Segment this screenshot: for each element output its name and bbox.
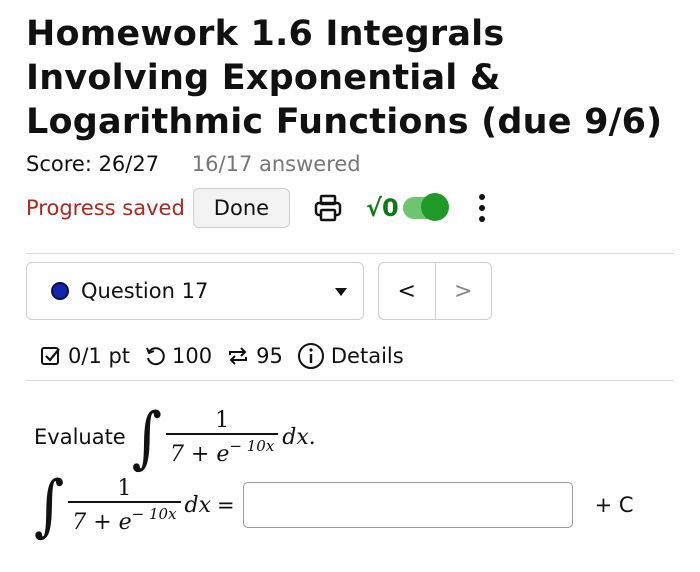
info-icon bbox=[297, 343, 324, 369]
toolbar: Progress saved Done √0 bbox=[26, 186, 485, 230]
prompt-text: Evaluate bbox=[34, 425, 126, 450]
score-label: Score: 26/27 bbox=[26, 152, 160, 176]
repeat-icon bbox=[229, 347, 248, 365]
answer-input[interactable] bbox=[242, 482, 573, 529]
answer-differential: dx bbox=[184, 492, 212, 518]
fraction: 1 7 + e− 10x bbox=[165, 408, 279, 467]
retries-count: 100 bbox=[172, 344, 213, 368]
equals-sign: = bbox=[217, 493, 235, 518]
retries-info: 100 bbox=[144, 344, 212, 368]
progress-status: Progress saved bbox=[26, 196, 185, 220]
prev-question-button[interactable]: < bbox=[379, 263, 436, 319]
question-select-label: Question 17 bbox=[81, 279, 209, 303]
print-icon[interactable] bbox=[312, 192, 344, 224]
done-button[interactable]: Done bbox=[192, 188, 291, 228]
details-label: Details bbox=[330, 344, 404, 368]
math-input-toggle[interactable]: √0 bbox=[366, 193, 449, 222]
answer-line: ∫ 1 7 + e− 10x dx = + C bbox=[34, 472, 634, 539]
plus-c-label: + C bbox=[594, 493, 634, 518]
next-question-button[interactable]: > bbox=[436, 263, 492, 319]
answer-integral-expression: ∫ 1 7 + e− 10x dx bbox=[34, 472, 212, 539]
denominator: 7 + e− 10x bbox=[169, 436, 275, 467]
integral-sign: ∫ bbox=[131, 398, 162, 477]
divider-bottom bbox=[26, 380, 674, 381]
question-meta: 0/1 pt 100 95 Details bbox=[40, 338, 418, 374]
integral-sign: ∫ bbox=[34, 466, 65, 545]
score-row: Score: 26/27 16/17 answered bbox=[26, 152, 361, 176]
page-title: Homework 1.6 Integrals Involving Exponen… bbox=[26, 14, 663, 142]
undo-icon bbox=[146, 347, 165, 366]
answered-count: 16/17 answered bbox=[191, 152, 361, 176]
integral-expression: ∫ 1 7 + e− 10x dx. bbox=[132, 404, 316, 471]
differential: dx. bbox=[282, 424, 316, 450]
points-info: 0/1 pt bbox=[40, 344, 130, 368]
attempts-info: 95 bbox=[226, 344, 283, 368]
question-select[interactable]: Question 17 bbox=[26, 262, 364, 320]
denominator: 7 + e− 10x bbox=[72, 504, 177, 535]
more-options-icon[interactable] bbox=[478, 194, 485, 222]
numerator: 1 bbox=[215, 408, 230, 433]
details-link[interactable]: Details bbox=[297, 342, 404, 370]
fraction: 1 7 + e− 10x bbox=[68, 476, 181, 535]
caret-down-icon bbox=[335, 288, 347, 296]
question-nav: < > bbox=[378, 262, 492, 320]
toggle-switch[interactable] bbox=[402, 193, 449, 221]
attempts-count: 95 bbox=[256, 344, 283, 368]
toggle-knob bbox=[420, 193, 449, 221]
checkbox-icon bbox=[41, 347, 60, 365]
sqrt-toggle-icon: √0 bbox=[366, 194, 399, 222]
question-prompt-line: Evaluate ∫ 1 7 + e− 10x dx. bbox=[34, 404, 316, 471]
numerator: 1 bbox=[117, 476, 132, 501]
divider-top bbox=[26, 253, 674, 254]
points-label: 0/1 pt bbox=[68, 344, 131, 368]
question-status-dot bbox=[51, 282, 69, 300]
